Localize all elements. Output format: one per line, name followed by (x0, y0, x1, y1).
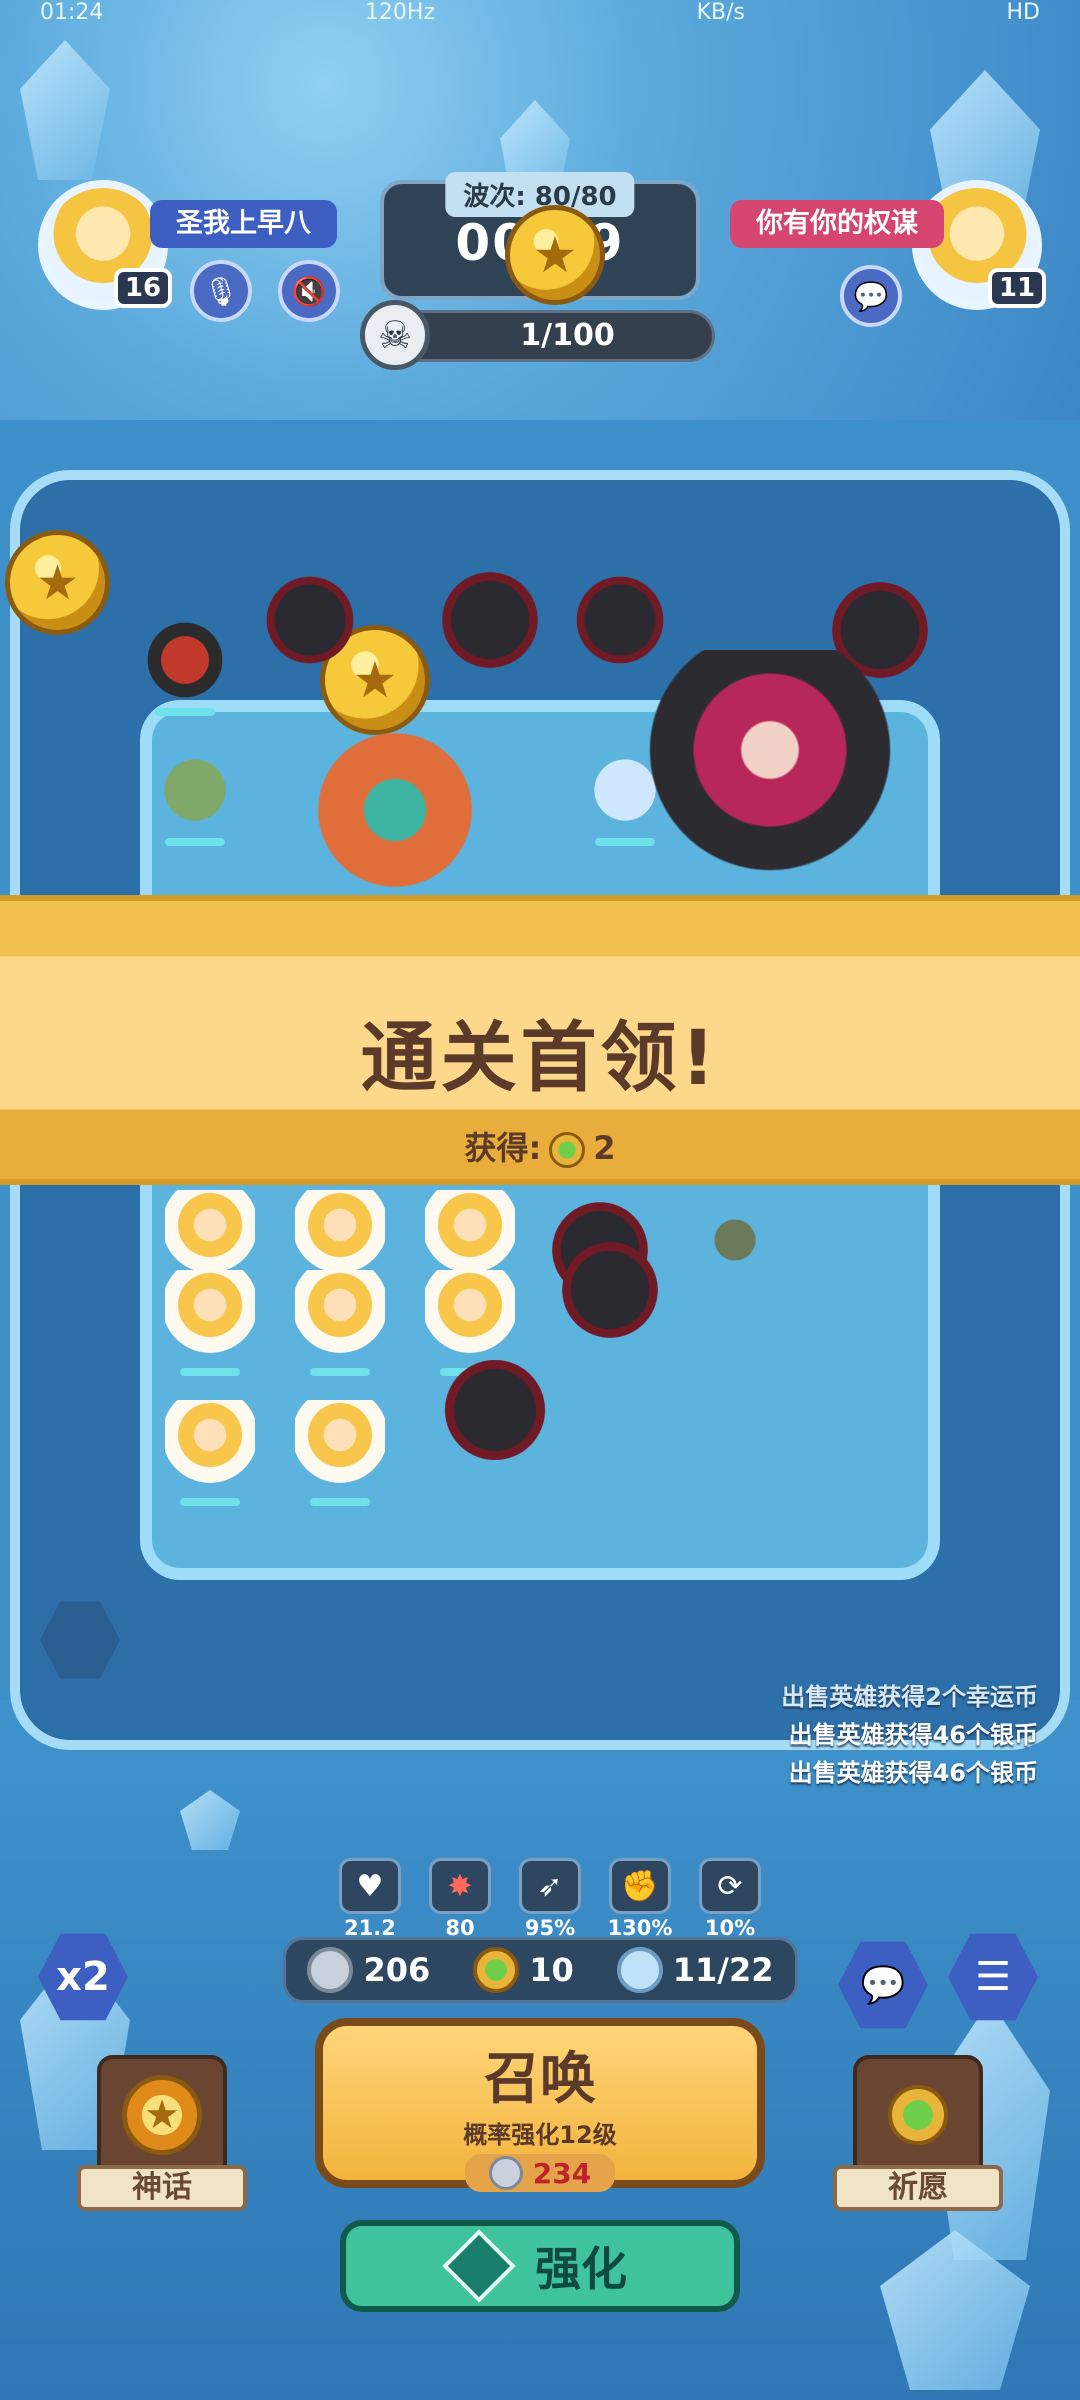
resource-bar: 206 10 11/22 (283, 1937, 798, 2003)
mic-off-icon: 🎙 (203, 274, 239, 308)
reward-label: 获得: (464, 1129, 542, 1167)
angel-hero-unit[interactable] (295, 1400, 385, 1506)
clover-resource: 10 (473, 1947, 574, 1993)
stat-health: ♥ 21.2 (335, 1858, 405, 1940)
player-right-level: 11 (988, 268, 1046, 308)
chat-button[interactable]: 💬 (840, 265, 902, 327)
star-coin-icon[interactable]: ★ (5, 530, 110, 635)
mech-hero-unit[interactable] (140, 610, 230, 716)
enhance-button[interactable]: 强化 (340, 2220, 740, 2312)
status-time: 01:24 (40, 0, 104, 25)
stat-attack-speed: ➶ 95% (515, 1858, 585, 1940)
banner-reward: 获得: 2 (0, 1123, 1080, 1169)
fist-icon: ✊ (609, 1858, 671, 1914)
log-entry: 出售英雄获得46个银币 (788, 1759, 1038, 1787)
summon-title: 召唤 (484, 2047, 596, 2112)
shield-break-icon: ✸ (429, 1858, 491, 1914)
status-refresh: 120Hz (364, 0, 436, 25)
upgrade-arrow-icon (442, 2229, 516, 2303)
reward-value: 2 (593, 1129, 616, 1167)
angel-hero-unit[interactable] (165, 1270, 255, 1376)
angel-hero-unit[interactable] (295, 1270, 385, 1376)
wish-emblem-icon (853, 2055, 983, 2175)
bow-icon: ➶ (519, 1858, 581, 1914)
player-right-name: 你有你的权谋 (730, 200, 944, 248)
dragon-unit[interactable] (540, 1240, 680, 1340)
dragon-unit[interactable] (250, 570, 370, 670)
player-left-level: 16 (114, 268, 172, 308)
dragon-unit[interactable] (420, 570, 560, 670)
silver-resource: 206 (307, 1947, 430, 1993)
hp-bar (310, 1368, 370, 1376)
clover-coin-icon (888, 2085, 948, 2145)
wish-label: 祈愿 (833, 2165, 1003, 2211)
hp-bar (155, 708, 215, 716)
voice-off-icon: 🔇 (291, 274, 327, 308)
star-emblem-icon: ★ (122, 2075, 202, 2155)
skull-icon: ☠ (360, 300, 430, 370)
summon-cost: 234 (464, 2154, 616, 2192)
boss-clear-banner: 通关首领! 获得: 2 (0, 895, 1080, 1185)
population-icon (616, 1947, 663, 1993)
myth-label: 神话 (77, 2165, 247, 2211)
menu-icon: ☰ (975, 1954, 1011, 2000)
stat-armor-break: ✸ 80 (425, 1858, 495, 1940)
player-left[interactable]: 16 (38, 180, 172, 310)
log-entry: 出售英雄获得2个幸运币 (781, 1683, 1038, 1711)
stats-row: ♥ 21.2 ✸ 80 ➶ 95% ✊ 130% ⟳ 10% (335, 1858, 765, 1940)
chat-icon: 💬 (853, 279, 889, 313)
lizard-hero-unit[interactable] (150, 740, 240, 846)
soldier-hero-unit[interactable] (690, 1190, 780, 1290)
myth-emblem-icon: ★ (97, 2055, 227, 2175)
myth-button[interactable]: ★ 神话 (77, 2055, 247, 2215)
hp-bar (180, 1498, 240, 1506)
hp-bar (310, 1498, 370, 1506)
status-net: KB/s (696, 0, 745, 25)
chat-icon: 💬 (860, 1965, 906, 2006)
event-log: 出售英雄获得2个幸运币 出售英雄获得46个银币 出售英雄获得46个银币 (781, 1678, 1038, 1792)
hp-bar (180, 1368, 240, 1376)
clover-coin-icon (549, 1132, 586, 1168)
stat-crit-damage: ✊ 130% (605, 1858, 675, 1940)
banner-title: 通关首领! (360, 1013, 720, 1102)
wish-button[interactable]: 祈愿 (833, 2055, 1003, 2215)
log-entry: 出售英雄获得46个银币 (788, 1721, 1038, 1749)
summon-button[interactable]: 召唤 概率强化12级 234 (315, 2018, 765, 2192)
heart-icon: ♥ (339, 1858, 401, 1914)
clover-coin-icon (473, 1947, 520, 1993)
player-left-avatar[interactable]: 16 (38, 180, 172, 310)
status-bar: 01:24 120Hz KB/s HD (0, 0, 1080, 25)
slot-machine-unit[interactable] (290, 720, 500, 900)
dragon-unit[interactable] (420, 1360, 570, 1460)
speed-icon: ⟳ (699, 1858, 761, 1914)
angel-hero-unit[interactable] (425, 1270, 515, 1376)
mic-off-button[interactable]: 🎙 (190, 260, 252, 322)
unit-count-resource: 11/22 (616, 1947, 774, 1993)
demon-hero-unit[interactable] (640, 650, 900, 900)
silver-coin-icon (307, 1947, 354, 1993)
voice-off-button[interactable]: 🔇 (278, 260, 340, 322)
silver-coin-icon (488, 2156, 523, 2190)
status-hd: HD (1006, 0, 1040, 25)
summon-subtitle: 概率强化12级 (463, 2121, 617, 2149)
enhance-label: 强化 (535, 2242, 627, 2296)
hp-bar (165, 838, 225, 846)
star-coin-icon: ★ (505, 205, 605, 305)
kill-counter: 1/100 (380, 310, 715, 362)
player-left-name: 圣我上早八 (150, 200, 337, 248)
stat-cooldown: ⟳ 10% (695, 1858, 765, 1940)
angel-hero-unit[interactable] (165, 1400, 255, 1506)
